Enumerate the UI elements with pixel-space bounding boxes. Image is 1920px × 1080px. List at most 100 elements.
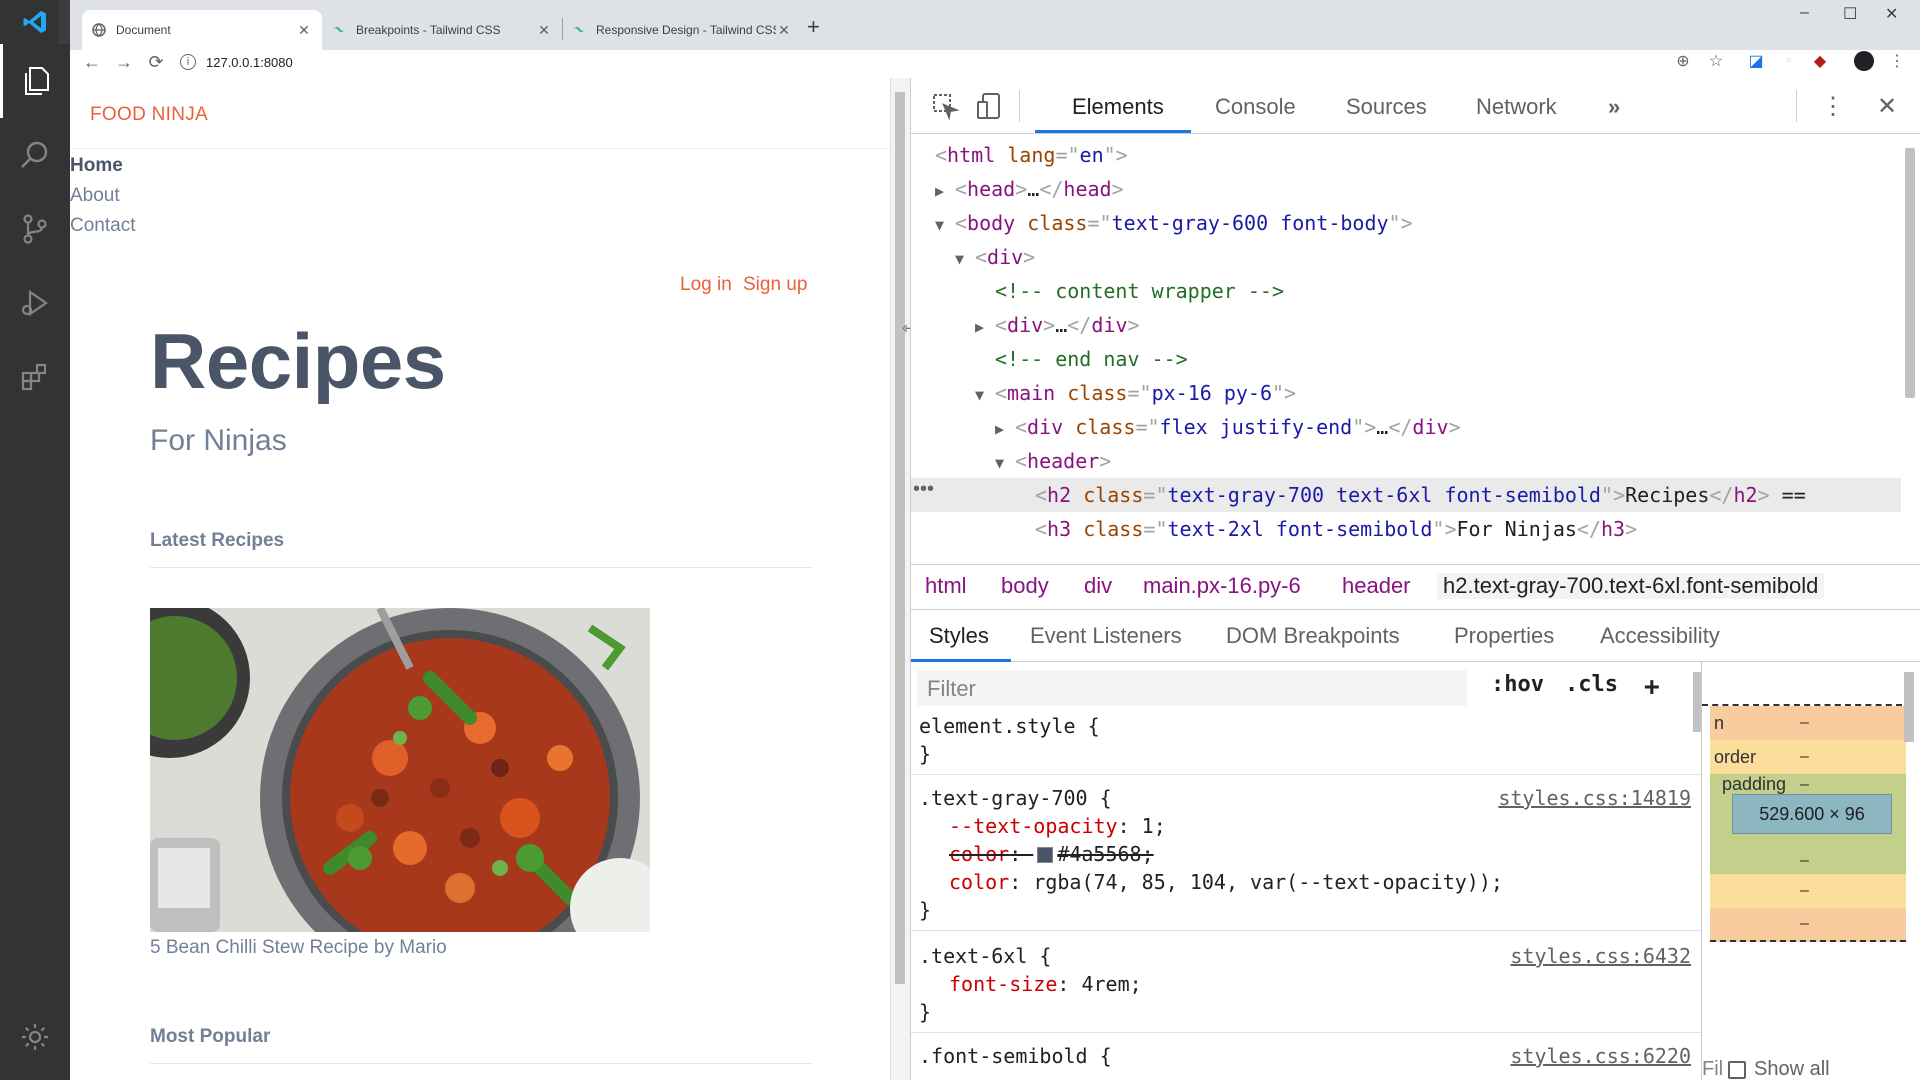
dom-node-selected[interactable]: <h2 class="text-gray-700 text-6xl font-s… — [911, 478, 1901, 512]
reload-icon[interactable]: ⟳ — [144, 50, 168, 74]
subtab-dom-breakpoints[interactable]: DOM Breakpoints — [1226, 623, 1400, 649]
checkbox-box[interactable] — [1728, 1060, 1746, 1079]
chrome-menu-icon[interactable]: ⋮ — [1886, 50, 1908, 72]
styles-filter-input[interactable]: Filter — [917, 670, 1467, 706]
window-close-icon[interactable]: ✕ — [1885, 4, 1898, 24]
extension-icon[interactable]: ◪ — [1745, 50, 1767, 72]
rule-text-gray-700-source[interactable]: styles.css:14819 — [1498, 784, 1691, 812]
dom-node[interactable]: ▶ <div class="flex justify-end">…</div> — [911, 410, 1901, 444]
address-bar[interactable]: i 127.0.0.1:8080 — [180, 49, 293, 75]
subtab-accessibility[interactable]: Accessibility — [1600, 623, 1720, 649]
more-actions-icon[interactable]: ••• — [913, 478, 934, 501]
rule-text-6xl-source[interactable]: styles.css:6432 — [1510, 942, 1691, 970]
rule-text-6xl-selector[interactable]: .text-6xl { — [919, 942, 1051, 970]
rule-font-semibold-selector[interactable]: .font-semibold { — [919, 1042, 1112, 1070]
dom-node[interactable]: <!-- content wrapper --> — [911, 274, 1901, 308]
dom-node[interactable]: ▼ <body class="text-gray-600 font-body"> — [911, 206, 1901, 240]
dom-node[interactable]: ▶ <head>…</head> — [911, 172, 1901, 206]
css-declaration[interactable]: font-size: 4rem; — [949, 970, 1142, 998]
cls-toggle[interactable]: .cls — [1565, 672, 1618, 697]
expanded-triangle-icon[interactable]: ▼ — [955, 242, 975, 276]
search-icon[interactable] — [0, 118, 70, 192]
dom-node[interactable]: <!-- end nav --> — [911, 342, 1901, 376]
minimize-icon[interactable]: – — [1800, 4, 1809, 22]
extension-icon-blank[interactable]: ▫ — [1778, 50, 1800, 72]
subtab-styles[interactable]: Styles — [929, 623, 989, 649]
profile-avatar[interactable] — [1853, 50, 1875, 72]
hov-toggle[interactable]: :hov — [1491, 672, 1544, 697]
nav-home-link[interactable]: Home — [70, 155, 123, 177]
css-declaration[interactable]: --text-opacity: 1; — [949, 812, 1166, 840]
css-declaration[interactable]: color: rgba(74, 85, 104, var(--text-opac… — [949, 868, 1503, 896]
new-rule-icon[interactable]: + — [1644, 672, 1660, 702]
recipe-image[interactable] — [150, 608, 650, 932]
breadcrumb-div[interactable]: div — [1084, 573, 1112, 599]
dom-node[interactable]: ▶ <div>…</div> — [911, 308, 1901, 342]
subtab-properties[interactable]: Properties — [1454, 623, 1554, 649]
show-all-checkbox[interactable]: Show all — [1728, 1058, 1830, 1080]
dom-node[interactable]: ▼ <div> — [911, 240, 1901, 274]
forward-arrow-icon[interactable]: → — [112, 50, 136, 74]
extensions-icon[interactable] — [0, 340, 70, 414]
breadcrumb-main[interactable]: main.px-16.py-6 — [1143, 573, 1301, 599]
nav-about-link[interactable]: About — [70, 185, 120, 207]
box-model-margin-bottom[interactable]: – — [1710, 908, 1906, 942]
close-devtools-icon[interactable]: ✕ — [1871, 90, 1903, 122]
more-tabs-icon[interactable]: » — [1608, 94, 1620, 120]
dom-node[interactable]: ▼ <main class="px-16 py-6"> — [911, 376, 1901, 410]
css-declaration-overridden[interactable]: color: #4a5568; — [949, 840, 1154, 868]
bookmark-star-icon[interactable]: ☆ — [1705, 50, 1727, 72]
info-icon[interactable]: i — [180, 54, 196, 70]
new-tab-icon[interactable]: + — [807, 14, 820, 40]
zoom-icon[interactable]: ⊕ — [1672, 50, 1694, 72]
computed-filter-input[interactable]: Fil — [1702, 1058, 1723, 1080]
source-control-icon[interactable] — [0, 192, 70, 266]
explorer-icon[interactable] — [0, 44, 70, 118]
element-style-selector[interactable]: element.style { — [919, 712, 1100, 740]
expanded-triangle-icon[interactable]: ▼ — [975, 378, 995, 412]
box-model-border[interactable]: order – — [1710, 740, 1906, 774]
styles-scrollbar[interactable] — [1693, 672, 1701, 732]
devtools-menu-icon[interactable]: ⋮ — [1817, 90, 1849, 122]
breadcrumb-header[interactable]: header — [1342, 573, 1411, 599]
tab-elements[interactable]: Elements — [1072, 94, 1164, 120]
dom-node[interactable]: <h3 class="text-2xl font-semibold">For N… — [911, 512, 1901, 546]
breadcrumb-body[interactable]: body — [1001, 573, 1049, 599]
tab-responsive-design[interactable]: Responsive Design - Tailwind CSS ✕ — [562, 10, 802, 50]
signup-link[interactable]: Sign up — [743, 274, 807, 296]
login-link[interactable]: Log in — [680, 274, 732, 296]
inspect-element-icon[interactable] — [929, 90, 961, 122]
collapsed-triangle-icon[interactable]: ▶ — [995, 412, 1015, 446]
device-toolbar-icon[interactable] — [973, 90, 1005, 122]
pdf-extension-icon[interactable]: ◆ — [1809, 50, 1831, 72]
settings-gear-icon[interactable] — [0, 1000, 70, 1074]
dom-node[interactable]: <html lang="en"> — [911, 138, 1901, 172]
tab-breakpoints[interactable]: Breakpoints - Tailwind CSS ✕ — [322, 10, 562, 50]
color-swatch[interactable] — [1037, 847, 1054, 863]
back-arrow-icon[interactable]: ← — [80, 50, 104, 74]
subtab-event-listeners[interactable]: Event Listeners — [1030, 623, 1182, 649]
breadcrumb-h2[interactable]: h2.text-gray-700.text-6xl.font-semibold — [1437, 573, 1825, 599]
dom-scrollbar[interactable] — [1905, 148, 1915, 398]
close-tab-icon[interactable]: ✕ — [536, 22, 552, 39]
page-scrollbar-thumb[interactable] — [895, 92, 905, 984]
tab-sources[interactable]: Sources — [1346, 94, 1427, 120]
box-model-border-bottom[interactable]: – — [1710, 874, 1906, 908]
recipe-caption[interactable]: 5 Bean Chilli Stew Recipe by Mario — [150, 937, 447, 959]
close-tab-icon[interactable]: ✕ — [776, 22, 792, 39]
box-model-content[interactable]: 529.600 × 96 — [1732, 794, 1892, 834]
tab-console[interactable]: Console — [1215, 94, 1296, 120]
expanded-triangle-icon[interactable]: ▼ — [995, 446, 1015, 480]
dom-node[interactable]: ▼ <header> — [911, 444, 1901, 478]
rule-font-semibold-source[interactable]: styles.css:6220 — [1510, 1042, 1691, 1070]
close-tab-icon[interactable]: ✕ — [296, 22, 312, 39]
computed-scrollbar[interactable] — [1904, 672, 1914, 742]
rule-text-gray-700-selector[interactable]: .text-gray-700 { — [919, 784, 1112, 812]
dom-tree[interactable]: <html lang="en"> ▶ <head>…</head> ▼ <body cl… — [911, 134, 1901, 564]
brand-logo[interactable]: FOOD NINJA — [90, 104, 208, 126]
box-model-margin[interactable]: n – — [1710, 706, 1906, 740]
maximize-icon[interactable]: ☐ — [1843, 4, 1857, 24]
collapsed-triangle-icon[interactable]: ▶ — [975, 310, 995, 344]
collapsed-triangle-icon[interactable]: ▶ — [935, 174, 955, 208]
tab-network[interactable]: Network — [1476, 94, 1557, 120]
